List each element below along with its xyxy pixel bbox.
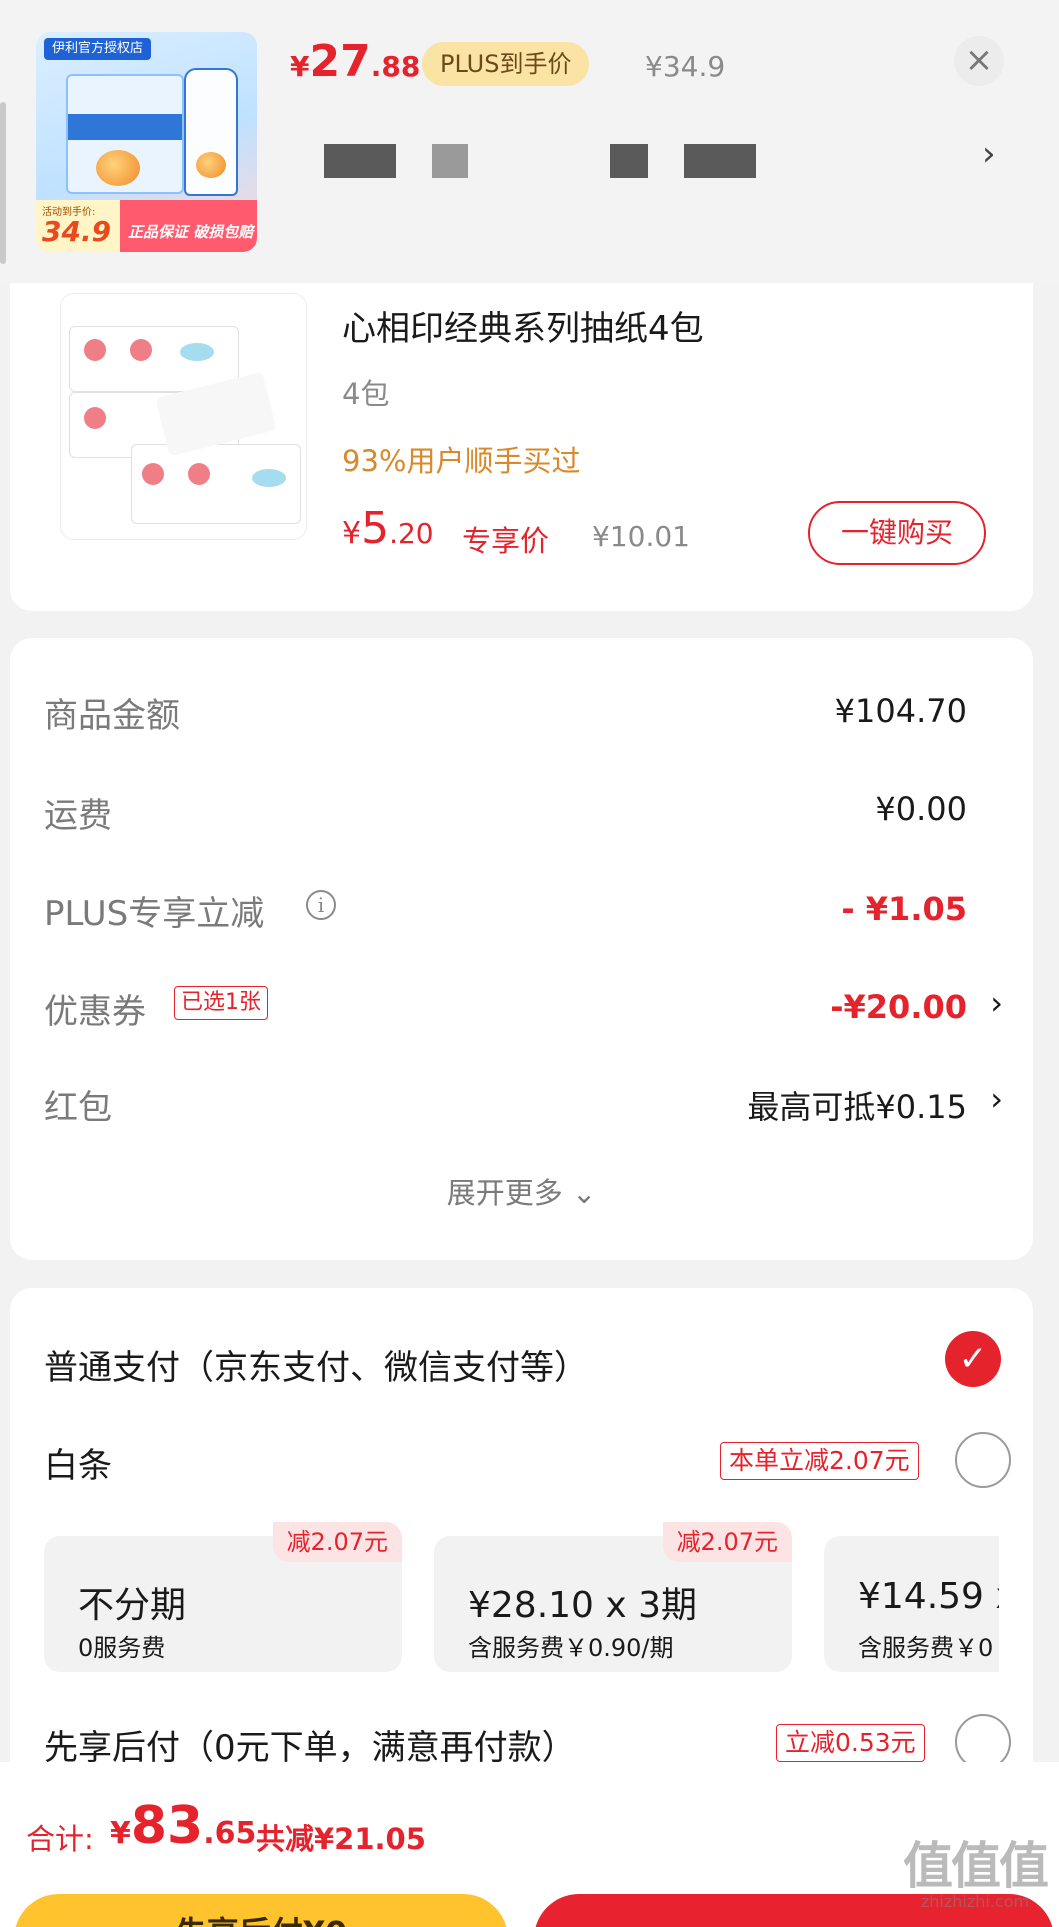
baitiao-discount-badge: 本单立减2.07元 [720,1442,919,1480]
product-original-price: ¥10.01 [592,520,690,553]
installment-option[interactable]: 减2.07元 ¥28.10 x 3期 含服务费￥0.90/期 [434,1522,792,1672]
redacted-text [610,144,648,178]
promo-price: ¥27.88 [290,36,420,87]
radio-unselected-icon[interactable] [955,1432,1011,1488]
price-symbol: ¥ [110,1816,131,1851]
installment-title: 不分期 [78,1585,187,1626]
peach-graphic [96,150,140,186]
site-watermark: 值值值 zhizhizhi.com [900,1840,1050,1911]
scroll-indicator [0,102,6,264]
price-symbol: ¥ [342,516,362,551]
product-price: ¥5.20 [342,503,434,554]
watermark-url: zhizhizhi.com [920,1892,1030,1911]
chevron-right-icon[interactable]: › [990,1080,1003,1118]
promo-original-price: ¥34.9 [645,50,726,83]
deal-price: 34.9 [42,215,112,248]
promo-product-image[interactable]: 伊利官方授权店 活动到手价: 34.9 正品保证 破损包赔 [36,32,257,252]
chevron-right-icon[interactable]: › [982,134,996,174]
one-click-buy-button[interactable]: 一键购买 [808,501,986,565]
info-icon[interactable]: i [306,890,336,920]
price-integer: 5 [361,503,390,554]
promo-banner[interactable]: 伊利官方授权店 活动到手价: 34.9 正品保证 破损包赔 ¥27.88 PLU… [0,0,1059,283]
installment-option[interactable]: 减2.07元 不分期 0服务费 [44,1522,402,1672]
peach-graphic [196,152,226,178]
installment-discount-badge: 减2.07元 [662,1522,792,1562]
price-decimal: .20 [389,517,434,550]
price-decimal: .65 [203,1816,257,1851]
chevron-down-icon: ⌄ [571,1176,597,1210]
tissue-product-image[interactable] [60,293,307,540]
store-badge: 伊利官方授权店 [44,38,152,60]
subtotal-value: ¥104.70 [834,692,967,730]
shipping-value: ¥0.00 [875,790,967,828]
baitiao-label[interactable]: 白条 [44,1438,112,1487]
watermark-logo: 值值值 [903,1837,1049,1895]
installment-option[interactable]: ¥14.59 x 含服务费￥0 [824,1536,999,1672]
red-packet-value[interactable]: 最高可抵¥0.15 [747,1082,967,1128]
coupon-label[interactable]: 优惠券 [44,984,146,1033]
expand-more-button[interactable]: 展开更多 ⌄ [10,1170,1033,1212]
shipping-label: 运费 [44,796,112,836]
total-saved: 共减¥21.05 [256,1822,426,1856]
price-decimal: .88 [370,50,421,83]
product-title[interactable]: 心相印经典系列抽纸4包 [342,301,704,350]
pay-later-discount-badge: 立减0.53元 [776,1724,925,1762]
total-label: 合计: [26,1822,94,1856]
plus-discount-label: PLUS专享立减 [44,894,265,934]
check-selected-icon[interactable]: ✓ [945,1331,1001,1387]
chevron-right-icon[interactable]: › [990,984,1003,1022]
pay-later-button[interactable]: 先享后付¥0 [14,1894,508,1927]
product-spec: 4包 [342,377,390,411]
installment-option-clip: ¥14.59 x 含服务费￥0 [824,1536,999,1672]
installment-title: ¥14.59 x [858,1576,999,1617]
coupon-value[interactable]: -¥20.00 [830,988,967,1026]
subtotal-label: 商品金额 [44,696,180,736]
plus-price-tag: PLUS到手价 [422,42,590,86]
installment-fee: 含服务费￥0 [858,1634,994,1662]
exclusive-price-label: 专享价 [462,524,550,558]
total-price: ¥83.65 [110,1796,256,1856]
price-symbol: ¥ [290,50,310,83]
installment-fee: 含服务费￥0.90/期 [468,1634,674,1662]
installment-title: ¥28.10 x 3期 [468,1585,698,1626]
redacted-text [432,144,468,178]
addon-product-card: 心相印经典系列抽纸4包 4包 93%用户顺手买过 ¥5.20 专享价 ¥10.0… [10,283,1033,611]
red-packet-label[interactable]: 红包 [44,1080,112,1129]
installment-fee: 0服务费 [78,1634,166,1662]
price-integer: 83 [130,1796,204,1856]
expand-more-label: 展开更多 [446,1176,563,1210]
order-summary-card: 商品金额 ¥104.70 运费 ¥0.00 PLUS专享立减 i - ¥1.05… [10,638,1033,1260]
installment-discount-badge: 减2.07元 [272,1522,402,1562]
close-button[interactable]: × [954,36,1004,86]
redacted-text [684,144,756,178]
checkout-bar: 合计: ¥83.65 共减¥21.05 先享后付¥0 值值值 zhizhizhi… [0,1762,1059,1927]
social-proof: 93%用户顺手买过 [342,444,581,478]
deal-slogan: 正品保证 破损包赔 [128,223,254,241]
plus-discount-value: - ¥1.05 [841,890,967,928]
price-integer: 27 [309,36,371,87]
normal-payment-label[interactable]: 普通支付（京东支付、微信支付等） [44,1340,588,1389]
redacted-text [324,144,396,178]
coupon-selected-badge: 已选1张 [174,986,268,1020]
